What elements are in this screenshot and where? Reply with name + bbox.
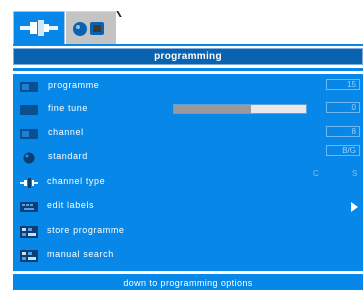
monitor-icon xyxy=(20,82,38,92)
monitor-icon xyxy=(20,105,38,115)
menu-item-store-programme[interactable]: store programme xyxy=(13,221,363,243)
grid-icon xyxy=(20,250,38,262)
submenu-arrow-icon[interactable] xyxy=(351,202,358,212)
fine-tune-slider-fill xyxy=(174,105,251,113)
connector-icon xyxy=(20,20,58,36)
channel-type-option-s[interactable]: S xyxy=(352,169,357,178)
divider xyxy=(13,68,363,71)
menu-item-label: edit labels xyxy=(47,200,95,210)
menu-item-fine-tune[interactable]: fine tune 0 xyxy=(13,99,363,121)
antenna-icon xyxy=(20,178,38,188)
menu-item-label: store programme xyxy=(47,225,125,235)
globe-icon xyxy=(23,152,35,164)
tv-icon xyxy=(73,22,104,36)
channel-value[interactable]: 8 xyxy=(326,126,360,137)
standard-value[interactable]: B/G xyxy=(326,145,360,156)
channel-type-option-c[interactable]: C xyxy=(313,169,319,178)
tab-connection[interactable] xyxy=(13,11,65,45)
keyboard-icon xyxy=(20,202,38,212)
tab-underline xyxy=(13,44,363,46)
menu-item-edit-labels[interactable]: edit labels xyxy=(13,196,363,218)
grid-icon xyxy=(20,226,38,238)
monitor-icon xyxy=(20,129,38,139)
menu-item-standard[interactable]: standard B/G xyxy=(13,145,363,169)
hint-bar: down to programming options xyxy=(13,274,363,290)
menu-item-label: fine tune xyxy=(48,103,88,113)
menu-item-label: standard xyxy=(48,151,88,161)
menu-item-programme[interactable]: programme 15 xyxy=(13,76,363,98)
menu-item-label: programme xyxy=(48,80,100,90)
menu-panel: programme 15 fine tune 0 channel 8 stand… xyxy=(13,74,363,271)
menu-item-label: channel type xyxy=(47,176,106,186)
menu-item-label: channel xyxy=(48,127,84,137)
tab-tv[interactable] xyxy=(66,11,116,45)
fine-tune-slider[interactable] xyxy=(173,104,307,114)
menu-item-label: manual search xyxy=(47,249,114,259)
programme-value[interactable]: 15 xyxy=(326,79,360,90)
fine-tune-value[interactable]: 0 xyxy=(326,102,360,113)
menu-item-channel-type[interactable]: channel type C S xyxy=(13,169,363,194)
menu-item-manual-search[interactable]: manual search xyxy=(13,245,363,267)
page-title: programming xyxy=(13,48,363,65)
menu-item-channel[interactable]: channel 8 xyxy=(13,123,363,145)
